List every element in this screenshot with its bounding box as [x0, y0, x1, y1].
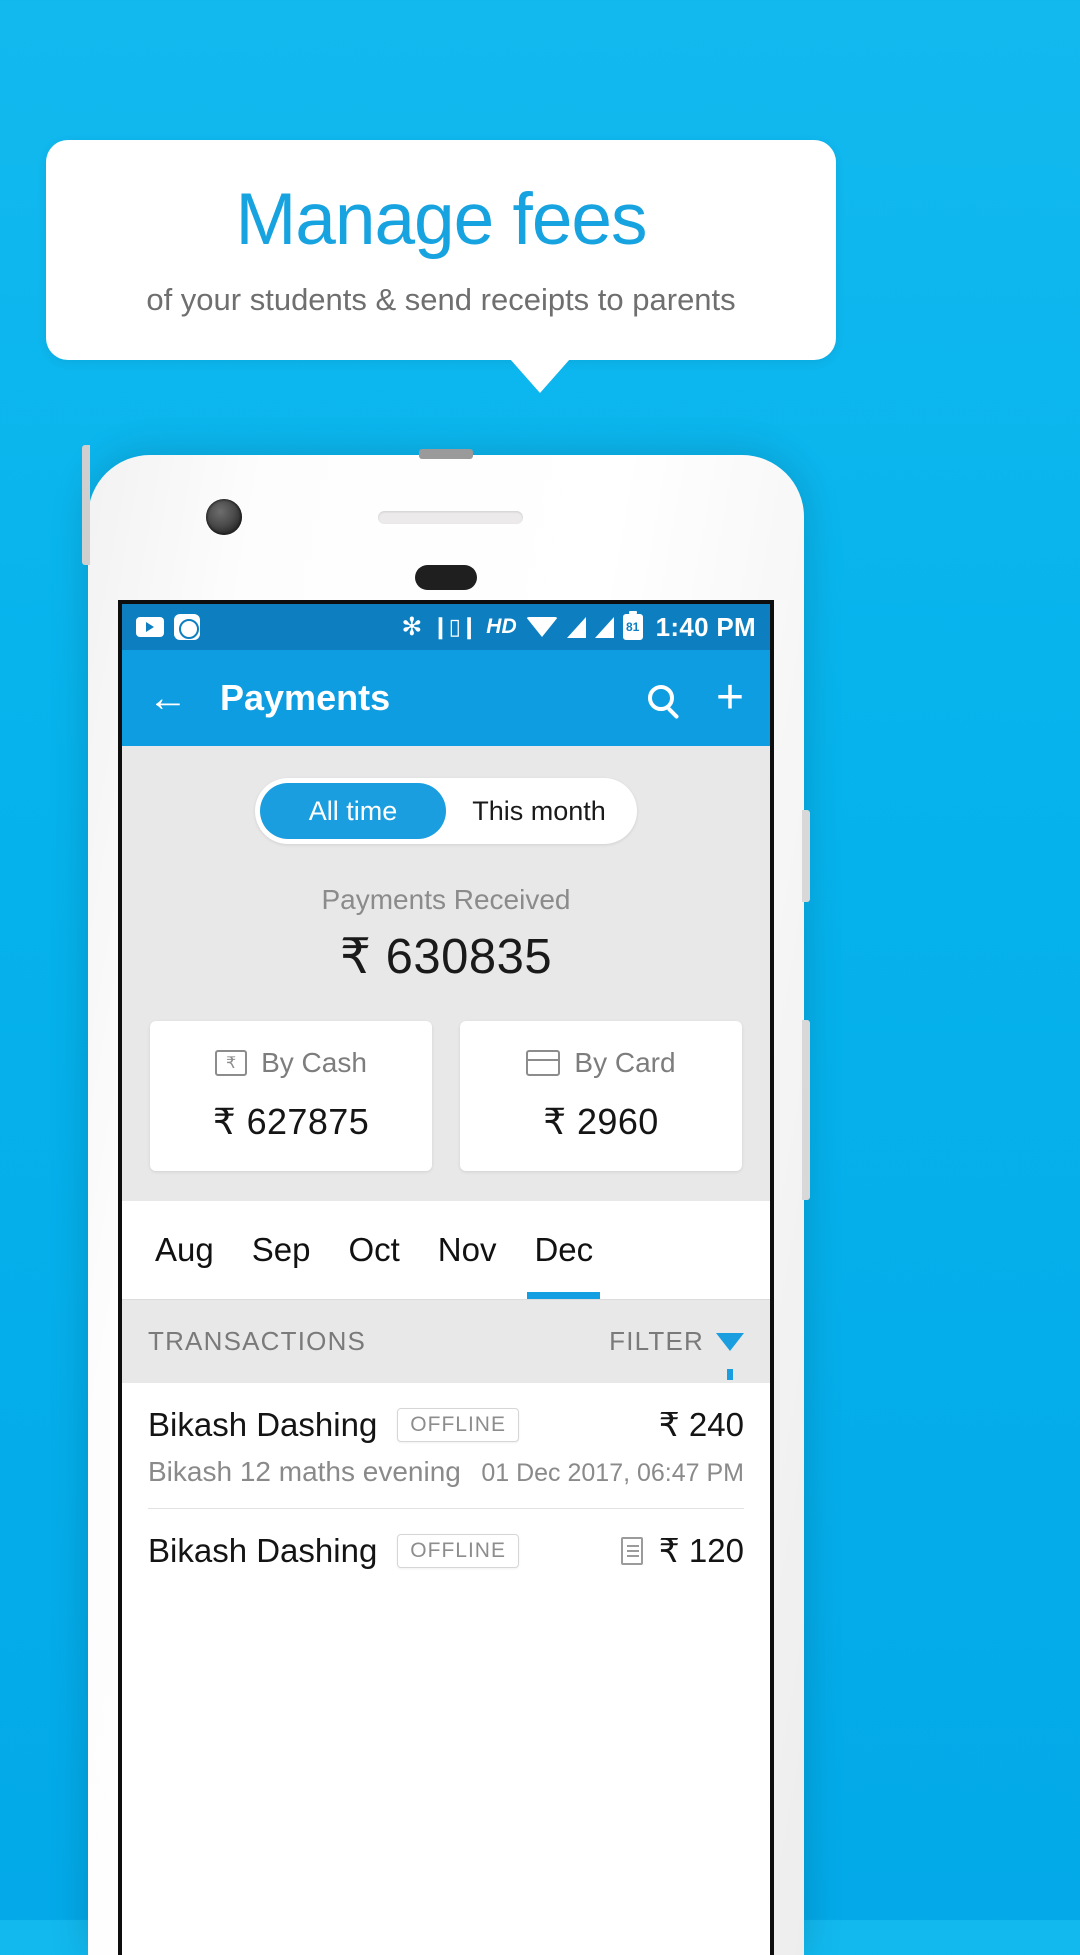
tab-aug[interactable]: Aug — [136, 1201, 233, 1299]
transactions-header: TRANSACTIONS FILTER — [122, 1299, 770, 1383]
segment-all-time[interactable]: All time — [260, 783, 446, 839]
payments-received-amount: ₹ 630835 — [339, 930, 553, 984]
transaction-amount: ₹ 240 — [658, 1406, 744, 1443]
phone-volume-button — [802, 810, 810, 902]
promo-callout-tail — [510, 359, 570, 393]
time-range-toggle[interactable]: All time This month — [255, 778, 637, 844]
signal-icon-sim1 — [566, 616, 586, 638]
tab-sep[interactable]: Sep — [233, 1201, 330, 1299]
battery-icon: 81 — [622, 614, 643, 640]
status-bar: ✻ ❙▯❙ HD 81 1:40 PM — [122, 604, 770, 650]
app-bar: ← Payments + — [122, 650, 770, 746]
filter-button[interactable]: FILTER — [609, 1326, 744, 1380]
cash-icon: ₹ — [215, 1050, 248, 1076]
back-arrow-icon[interactable]: ← — [148, 678, 194, 718]
earpiece-speaker — [378, 511, 523, 524]
by-card-label: By Card — [574, 1047, 676, 1078]
front-camera-icon — [206, 499, 242, 535]
transaction-date: 01 Dec 2017, 06:47 PM — [481, 1459, 744, 1487]
receipt-icon[interactable] — [620, 1536, 643, 1565]
bluetooth-icon: ✻ — [401, 612, 423, 641]
status-badge: OFFLINE — [397, 1407, 519, 1442]
promo-subtitle: of your students & send receipts to pare… — [146, 281, 736, 317]
payment-method-cards: ₹ By Cash ₹ 627875 By Card ₹ 2960 — [122, 1021, 770, 1171]
status-badge: OFFLINE — [397, 1533, 519, 1568]
transaction-name: Bikash Dashing — [148, 1531, 378, 1569]
table-row[interactable]: Bikash Dashing OFFLINE ₹ 240 Bikash 12 m… — [122, 1383, 770, 1509]
proximity-sensor — [415, 565, 477, 590]
youtube-icon — [136, 617, 164, 637]
segment-this-month[interactable]: This month — [446, 783, 632, 839]
phone-top-notch — [419, 449, 473, 459]
phone-power-button — [802, 1020, 810, 1200]
filter-label: FILTER — [609, 1326, 704, 1356]
search-icon[interactable] — [647, 685, 674, 711]
transactions-list: Bikash Dashing OFFLINE ₹ 240 Bikash 12 m… — [122, 1383, 770, 1570]
by-cash-card[interactable]: ₹ By Cash ₹ 627875 — [150, 1021, 432, 1171]
hd-voice-icon: HD — [486, 615, 517, 638]
phone-mockup: ✻ ❙▯❙ HD 81 1:40 PM ← Payments + All tim… — [82, 445, 810, 1955]
month-tabs: Aug Sep Oct Nov Dec — [122, 1201, 770, 1299]
phone-left-button — [82, 445, 90, 565]
transaction-description: Bikash 12 maths evening — [148, 1456, 461, 1487]
promo-callout: Manage fees of your students & send rece… — [46, 140, 836, 360]
wifi-icon — [525, 617, 558, 637]
page-title: Payments — [220, 677, 391, 718]
promo-title: Manage fees — [235, 178, 647, 260]
transaction-amount-wrap: ₹ 120 — [620, 1531, 744, 1570]
tab-nov[interactable]: Nov — [419, 1201, 516, 1299]
by-cash-label: By Cash — [261, 1047, 367, 1078]
signal-icon-sim2 — [594, 616, 614, 638]
transaction-name: Bikash Dashing — [148, 1405, 378, 1443]
by-card-card[interactable]: By Card ₹ 2960 — [460, 1021, 742, 1171]
table-row[interactable]: Bikash Dashing OFFLINE ₹ 120 — [122, 1509, 770, 1570]
transactions-label: TRANSACTIONS — [148, 1326, 367, 1356]
card-icon — [526, 1050, 561, 1076]
mi-apps-icon — [174, 614, 200, 640]
tab-dec[interactable]: Dec — [515, 1201, 612, 1299]
funnel-icon[interactable] — [716, 1332, 744, 1380]
tab-oct[interactable]: Oct — [329, 1201, 418, 1299]
transaction-amount: ₹ 120 — [658, 1532, 744, 1569]
payments-received-label: Payments Received — [321, 884, 571, 915]
vibrate-icon: ❙▯❙ — [431, 614, 478, 639]
by-card-amount: ₹ 2960 — [543, 1101, 659, 1142]
phone-screen: ✻ ❙▯❙ HD 81 1:40 PM ← Payments + All tim… — [118, 600, 774, 1955]
add-payment-icon[interactable]: + — [716, 674, 744, 721]
status-bar-clock: 1:40 PM — [655, 611, 756, 642]
by-cash-amount: ₹ 627875 — [212, 1101, 370, 1142]
summary-panel: All time This month Payments Received ₹ … — [122, 746, 770, 1201]
